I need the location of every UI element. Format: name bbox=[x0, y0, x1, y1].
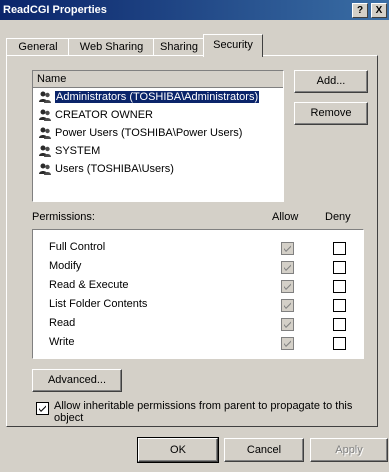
deny-checkbox[interactable] bbox=[333, 337, 346, 350]
check-icon bbox=[39, 405, 46, 412]
user-group-icon bbox=[39, 145, 51, 157]
user-group-icon bbox=[39, 91, 51, 103]
allow-checkbox[interactable] bbox=[281, 280, 294, 293]
tab-general[interactable]: General bbox=[6, 38, 70, 56]
tab-web-sharing[interactable]: Web Sharing bbox=[68, 38, 155, 56]
advanced-button[interactable]: Advanced... bbox=[32, 369, 122, 392]
list-item[interactable]: CREATOR OWNER bbox=[33, 106, 283, 124]
name-items: Administrators (TOSHIBA\Administrators) C… bbox=[33, 88, 283, 178]
add-button-label: Add... bbox=[316, 75, 346, 87]
ok-button-label: OK bbox=[170, 444, 186, 456]
user-group-icon bbox=[39, 127, 51, 139]
permission-name: Read bbox=[49, 317, 76, 329]
permission-name: Modify bbox=[49, 260, 82, 272]
deny-header: Deny bbox=[325, 211, 351, 223]
permissions-label: Permissions: bbox=[32, 211, 95, 223]
advanced-button-label: Advanced... bbox=[47, 374, 107, 386]
check-icon bbox=[284, 245, 291, 252]
cancel-button-label: Cancel bbox=[246, 444, 282, 456]
permission-row: Read & Execute bbox=[33, 276, 363, 295]
permissions-list: Full Control Modify Read & Execute List Fol… bbox=[32, 229, 364, 359]
list-item-label: Power Users (TOSHIBA\Power Users) bbox=[55, 127, 243, 139]
list-item-label: CREATOR OWNER bbox=[55, 109, 153, 121]
deny-checkbox[interactable] bbox=[333, 299, 346, 312]
permission-name: List Folder Contents bbox=[49, 298, 148, 310]
deny-checkbox[interactable] bbox=[333, 261, 346, 274]
check-icon bbox=[284, 264, 291, 271]
window-title: ReadCGI Properties bbox=[3, 4, 107, 16]
check-icon bbox=[284, 340, 291, 347]
allow-checkbox[interactable] bbox=[281, 337, 294, 350]
apply-button-label: Apply bbox=[335, 444, 363, 456]
permission-name: Read & Execute bbox=[49, 279, 129, 291]
check-icon bbox=[284, 283, 291, 290]
apply-button[interactable]: Apply bbox=[310, 438, 388, 462]
cancel-button[interactable]: Cancel bbox=[224, 438, 304, 462]
names-list[interactable]: Name Administrators (TOSHIBA\Administrat… bbox=[32, 70, 284, 202]
permission-name: Write bbox=[49, 336, 75, 348]
list-item-label: Users (TOSHIBA\Users) bbox=[55, 163, 174, 175]
remove-button[interactable]: Remove bbox=[294, 102, 368, 125]
inherit-checkbox[interactable] bbox=[36, 402, 49, 415]
list-item[interactable]: SYSTEM bbox=[33, 142, 283, 160]
deny-checkbox[interactable] bbox=[333, 318, 346, 331]
allow-checkbox[interactable] bbox=[281, 261, 294, 274]
list-item-label: Administrators (TOSHIBA\Administrators) bbox=[55, 91, 260, 103]
list-item[interactable]: Users (TOSHIBA\Users) bbox=[33, 160, 283, 178]
list-item[interactable]: Administrators (TOSHIBA\Administrators) bbox=[33, 88, 283, 106]
permission-row: Full Control bbox=[33, 238, 363, 257]
permission-name: Full Control bbox=[49, 241, 106, 253]
check-icon bbox=[284, 321, 291, 328]
allow-checkbox[interactable] bbox=[281, 299, 294, 312]
allow-checkbox[interactable] bbox=[281, 242, 294, 255]
ok-button[interactable]: OK bbox=[137, 437, 219, 463]
tab-security[interactable]: Security bbox=[203, 34, 263, 57]
deny-checkbox[interactable] bbox=[333, 280, 346, 293]
inherit-label: Allow inheritable permissions from paren… bbox=[54, 400, 353, 424]
tab-sharing[interactable]: Sharing bbox=[153, 38, 205, 56]
allow-checkbox[interactable] bbox=[281, 318, 294, 331]
permission-row: List Folder Contents bbox=[33, 295, 363, 314]
list-item[interactable]: Power Users (TOSHIBA\Power Users) bbox=[33, 124, 283, 142]
title-bar: ReadCGI Properties ? X bbox=[0, 0, 389, 20]
name-column-header[interactable]: Name bbox=[33, 71, 283, 88]
allow-header: Allow bbox=[272, 211, 299, 223]
remove-button-label: Remove bbox=[310, 107, 352, 119]
permission-row: Write bbox=[33, 333, 363, 352]
check-icon bbox=[284, 302, 291, 309]
user-group-icon bbox=[39, 109, 51, 121]
help-button[interactable]: ? bbox=[352, 3, 368, 18]
permission-row: Read bbox=[33, 314, 363, 333]
close-button[interactable]: X bbox=[371, 3, 387, 18]
user-group-icon bbox=[39, 163, 51, 175]
add-button[interactable]: Add... bbox=[294, 70, 368, 93]
list-item-label: SYSTEM bbox=[55, 145, 101, 157]
permission-row: Modify bbox=[33, 257, 363, 276]
deny-checkbox[interactable] bbox=[333, 242, 346, 255]
